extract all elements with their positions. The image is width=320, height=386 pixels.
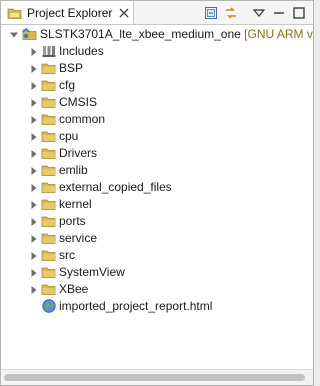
folder-icon (41, 182, 56, 193)
tree-item-includes[interactable]: Includes (1, 43, 313, 60)
scrollbar-thumb[interactable] (4, 374, 305, 381)
tree-item-bsp[interactable]: BSP (1, 60, 313, 77)
view-menu-icon[interactable] (251, 5, 267, 21)
chevron-down-icon[interactable] (10, 31, 18, 39)
tree-item-project[interactable]: SLSTK3701A_lte_xbee_medium_one [GNU ARM … (1, 26, 313, 43)
folder-icon (41, 199, 56, 210)
tree-item-label: common (59, 112, 106, 126)
chevron-right-icon[interactable] (30, 286, 38, 294)
tree-item-systemview[interactable]: SystemView (1, 264, 313, 281)
tree-item-label: SystemView (59, 265, 125, 279)
horizontal-scrollbar[interactable] (1, 369, 313, 385)
tree-item-label: imported_project_report.html (59, 299, 213, 313)
tree-item-label: CMSIS (59, 95, 98, 109)
chevron-right-icon[interactable] (30, 235, 38, 243)
project-folder-icon (22, 27, 37, 40)
tree-item-label: kernel (59, 197, 92, 211)
tree-item-xbee[interactable]: XBee (1, 281, 313, 298)
chevron-right-icon[interactable] (30, 65, 38, 73)
chevron-right-icon[interactable] (30, 201, 38, 209)
tree-item-label: ports (59, 214, 86, 228)
folder-icon (41, 165, 56, 176)
tab-label: Project Explorer (27, 5, 113, 20)
folder-icon (41, 250, 56, 261)
tree-item-label: Drivers (59, 146, 97, 160)
project-name: SLSTK3701A_lte_xbee_medium_one [GNU ARM … (40, 27, 313, 42)
tree-item-ports[interactable]: ports (1, 213, 313, 230)
view-header: Project Explorer (1, 1, 313, 25)
tree-item-cfg[interactable]: cfg (1, 77, 313, 94)
tree-item-label: cfg (59, 78, 76, 92)
collapse-all-icon[interactable] (203, 5, 219, 21)
folder-icon (41, 97, 56, 108)
folder-icon (41, 80, 56, 91)
chevron-right-icon[interactable] (30, 116, 38, 124)
tree-item-emlib[interactable]: emlib (1, 162, 313, 179)
tree-item-label: XBee (59, 282, 89, 296)
globe-icon (42, 299, 56, 313)
chevron-right-icon[interactable] (30, 252, 38, 260)
folder-icon (41, 233, 56, 244)
tree-item-label: Includes (59, 44, 104, 58)
tree-item-cpu[interactable]: cpu (1, 128, 313, 145)
chevron-right-icon[interactable] (30, 218, 38, 226)
chevron-right-icon[interactable] (30, 150, 38, 158)
tree-item-label: external_copied_files (59, 180, 172, 194)
tree-item-label: cpu (59, 129, 79, 143)
folder-icon (41, 216, 56, 227)
maximize-icon[interactable] (291, 5, 307, 21)
project-explorer-view: Project Explorer SLSTK3701A_lte_xbee_med… (0, 0, 314, 386)
link-with-editor-icon[interactable] (223, 5, 239, 21)
project-name-text: SLSTK3701A_lte_xbee_medium_one (40, 27, 241, 41)
folder-icon (41, 148, 56, 159)
tab-project-explorer[interactable]: Project Explorer (1, 1, 134, 24)
chevron-right-icon[interactable] (30, 133, 38, 141)
tree-item-src[interactable]: src (1, 247, 313, 264)
folder-icon (41, 63, 56, 74)
project-decoration: [GNU ARM v4.8 (244, 27, 313, 41)
folder-icon (41, 131, 56, 142)
tree-item-kernel[interactable]: kernel (1, 196, 313, 213)
chevron-right-icon[interactable] (30, 99, 38, 107)
tree-item-common[interactable]: common (1, 111, 313, 128)
folder-icon (41, 114, 56, 125)
chevron-right-icon[interactable] (30, 167, 38, 175)
chevron-right-icon[interactable] (30, 184, 38, 192)
tree-item-drivers[interactable]: Drivers (1, 145, 313, 162)
close-icon[interactable] (118, 7, 130, 19)
tree-item-cmsis[interactable]: CMSIS (1, 94, 313, 111)
tree-item-label: service (59, 231, 98, 245)
minimize-icon[interactable] (271, 5, 287, 21)
project-tree: SLSTK3701A_lte_xbee_medium_one [GNU ARM … (1, 25, 313, 369)
tree-item-label: src (59, 248, 75, 262)
tree-item-imported-project-report[interactable]: imported_project_report.html (1, 298, 313, 315)
tree-item-label: BSP (59, 61, 84, 75)
chevron-right-icon[interactable] (30, 48, 38, 56)
chevron-right-icon[interactable] (30, 269, 38, 277)
chevron-right-icon[interactable] (30, 82, 38, 90)
folder-icon (41, 284, 56, 295)
folder-icon (41, 267, 56, 278)
tree-item-label: emlib (59, 163, 88, 177)
tree-item-service[interactable]: service (1, 230, 313, 247)
tree-item-external-copied-files[interactable]: external_copied_files (1, 179, 313, 196)
project-explorer-icon (7, 8, 22, 19)
includes-icon (42, 46, 56, 57)
